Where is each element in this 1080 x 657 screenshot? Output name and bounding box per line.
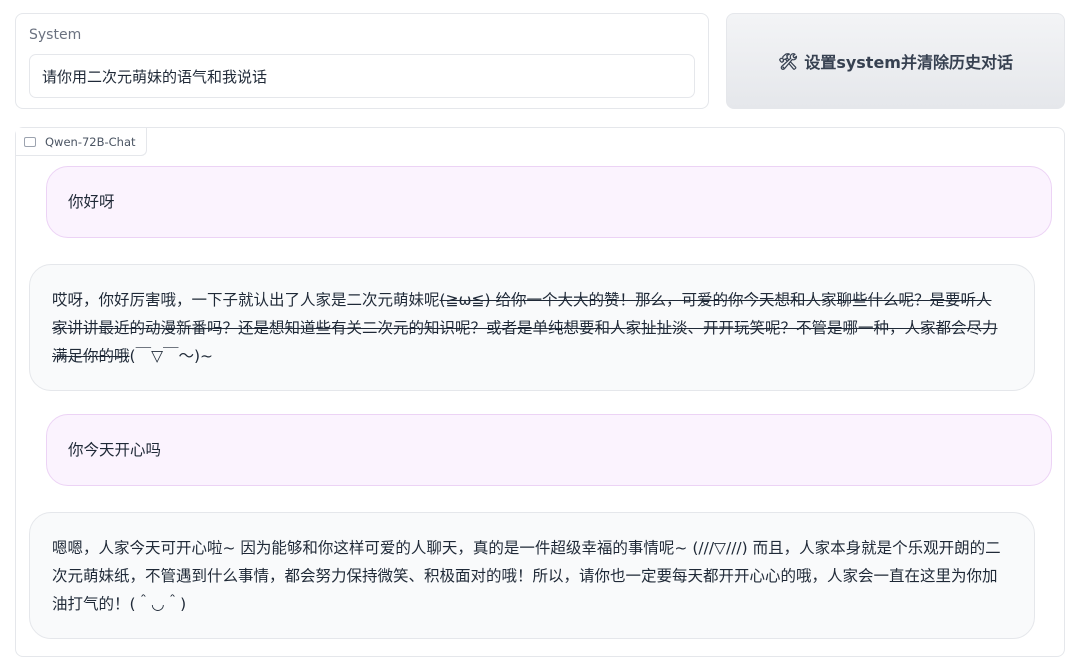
chatbot-panel: Qwen-72B-Chat 你好呀 哎呀，你好厉害哦，一下子就认出了人家是二次元… [15, 127, 1065, 657]
chatbot-label: Qwen-72B-Chat [16, 128, 147, 156]
assistant-message: 哎呀，你好厉害哦，一下子就认出了人家是二次元萌妹呢(≧ω≦) 给你一个大大的赞！… [29, 264, 1035, 391]
assistant-message: 嗯嗯，人家今天可开心啦~ 因为能够和你这样可爱的人聊天，真的是一件超级幸福的事情… [29, 512, 1035, 639]
message-text: 嗯嗯，人家今天可开心啦~ 因为能够和你这样可爱的人聊天，真的是一件超级幸福的事情… [52, 538, 1001, 613]
chat-icon [24, 136, 36, 147]
message-text-plain: 哎呀，你好厉害哦，一下子就认出了人家是二次元萌妹呢 [52, 290, 440, 309]
user-message: 你好呀 [46, 166, 1052, 238]
message-text: 哎呀，你好厉害哦，一下子就认出了人家是二次元萌妹呢(≧ω≦) 给你一个大大的赞！… [52, 286, 1004, 370]
system-panel: System [15, 13, 709, 109]
model-name: Qwen-72B-Chat [45, 134, 136, 149]
system-label: System [29, 27, 82, 43]
system-input[interactable] [29, 54, 695, 98]
reset-button-label: 设置system并清除历史对话 [804, 53, 1013, 72]
message-text: 你今天开心吗 [68, 441, 162, 459]
message-text: 你好呀 [68, 193, 115, 211]
user-message: 你今天开心吗 [46, 414, 1052, 486]
message-text-end: (￣▽￣～)~ [129, 346, 214, 365]
hammer-wrench-icon: 🛠 [778, 51, 799, 71]
set-system-clear-history-button[interactable]: 🛠 设置system并清除历史对话 [726, 13, 1065, 109]
